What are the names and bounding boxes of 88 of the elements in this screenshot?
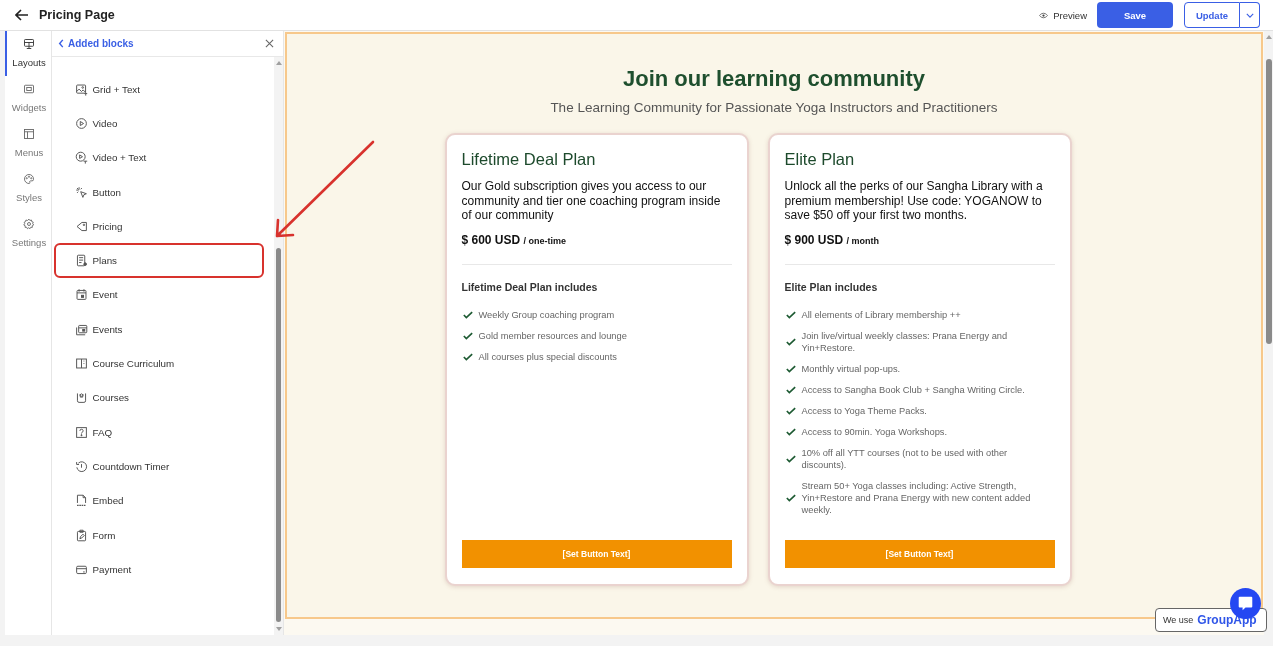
plan-price: $ 900 USD / month (784, 232, 881, 249)
block-item[interactable]: Form (54, 517, 264, 553)
feature-text: Access to Yoga Theme Packs. (801, 405, 927, 417)
check-icon (785, 386, 796, 394)
question-box-icon (74, 425, 88, 439)
feature-text: 10% off all YTT courses (not to be used with other discounts). (801, 447, 1009, 471)
feature-text: All courses plus special discounts (478, 351, 617, 363)
feature-text: Monthly virtual pop-ups. (801, 363, 901, 375)
check-icon (785, 494, 796, 502)
check-icon (785, 407, 796, 415)
page-title: Pricing Page (39, 8, 115, 22)
caret-icon (1245, 12, 1254, 18)
added-blocks-link[interactable]: Added blocks (58, 38, 134, 49)
block-item[interactable]: Button (54, 174, 264, 210)
check-icon (462, 353, 473, 361)
includes-heading: Lifetime Deal Plan includes (461, 280, 599, 294)
feature-text: Access to Sangha Book Club + Sangha Writing Circle. (801, 384, 1025, 396)
check-icon (462, 332, 473, 340)
countdown-icon (74, 459, 88, 473)
block-item[interactable]: Grid + Text (54, 72, 264, 107)
plan-price: $ 600 USD / one-time (461, 232, 568, 249)
scrollbar-thumb[interactable] (1265, 59, 1272, 344)
scroll-down-icon[interactable] (275, 627, 282, 631)
page-subheading: The Learning Community for Passionate Yoga Instructors and Practitioners (550, 99, 998, 117)
block-item[interactable]: Events (54, 312, 264, 347)
eye-icon (1039, 11, 1049, 19)
update-menu-button[interactable] (1240, 2, 1260, 28)
sidebar-tab[interactable]: Menus (5, 121, 51, 166)
block-item[interactable]: Course Curriculum (54, 346, 264, 381)
grid-window-icon (23, 38, 35, 50)
block-item[interactable]: Courses (54, 380, 264, 415)
plan-description: Unlock all the perks of our Sangha Library with a premium membership! Use code: YOGANOW to save $50 off your first two months. (784, 179, 1044, 223)
image-grid-icon (74, 82, 88, 96)
block-item[interactable]: Payment (54, 552, 264, 587)
scrollbar[interactable] (274, 57, 283, 635)
plan-description: Our Gold subscription gives you access to our community and tier one coaching program inside of our community (461, 179, 722, 223)
calendar-icon (74, 288, 88, 302)
panel-layout-icon (23, 128, 35, 140)
check-icon (462, 311, 473, 319)
scroll-up-icon[interactable] (275, 61, 282, 65)
feature-text: Access to 90min. Yoga Workshops. (801, 426, 948, 438)
sidebar-tab[interactable]: Widgets (5, 76, 51, 121)
block-item[interactable]: Event (54, 277, 264, 313)
block-item[interactable]: Plans (54, 243, 264, 278)
plan-title: Lifetime Deal Plan (461, 149, 597, 169)
feature-text: All elements of Library membership ++ (801, 309, 961, 321)
feature-text: Gold member resources and lounge (478, 330, 627, 342)
palette-icon (23, 173, 35, 185)
settings-icon (23, 218, 35, 230)
update-button[interactable]: Update (1184, 2, 1240, 28)
feature-text: Join live/virtual weekly classes: Prana Energy and Yin+Restore. (801, 330, 1009, 354)
save-button[interactable]: Save (1097, 2, 1173, 28)
chevron-left-icon (58, 39, 64, 48)
block-item[interactable]: Video (54, 106, 264, 141)
scroll-up-icon[interactable] (1265, 35, 1272, 39)
feature-text: Stream 50+ Yoga classes including: Active Strength, Yin+Restore and Prana Energy with new content added weekly. (801, 480, 1032, 516)
back-arrow-icon[interactable] (15, 9, 29, 21)
plan-title: Elite Plan (784, 149, 856, 169)
check-icon (785, 338, 796, 346)
book-columns-icon (74, 357, 88, 370)
block-item[interactable]: Countdown Timer (54, 449, 264, 484)
block-item[interactable]: FAQ (54, 414, 264, 450)
block-item[interactable]: Video + Text (54, 140, 264, 175)
block-item[interactable]: Embed (54, 483, 264, 518)
tag-icon (74, 219, 88, 233)
check-icon (785, 311, 796, 319)
nested-square-icon (23, 83, 35, 95)
close-icon[interactable] (265, 39, 274, 48)
click-pointer-icon (74, 185, 88, 199)
badge-text: We use (1163, 615, 1194, 625)
video-text-icon (74, 151, 88, 165)
clipboard-pencil-icon (74, 528, 88, 542)
cup-icon (74, 391, 88, 405)
sidebar-tab[interactable]: Styles (5, 166, 51, 211)
html-file-icon (74, 494, 88, 508)
calendars-icon (74, 322, 88, 336)
scrollbar-thumb[interactable] (276, 248, 281, 622)
page-heading: Join our learning community (623, 65, 925, 93)
check-icon (785, 428, 796, 436)
sidebar-tab[interactable]: Settings (5, 211, 51, 256)
check-icon (785, 365, 796, 373)
includes-heading: Elite Plan includes (784, 280, 879, 294)
check-icon (785, 455, 796, 463)
feature-text: Weekly Group coaching program (478, 309, 615, 321)
block-item[interactable]: Pricing (54, 209, 264, 244)
play-circle-icon (74, 116, 88, 130)
preview-button[interactable]: Preview (1039, 9, 1087, 21)
document-list-icon (74, 254, 88, 268)
